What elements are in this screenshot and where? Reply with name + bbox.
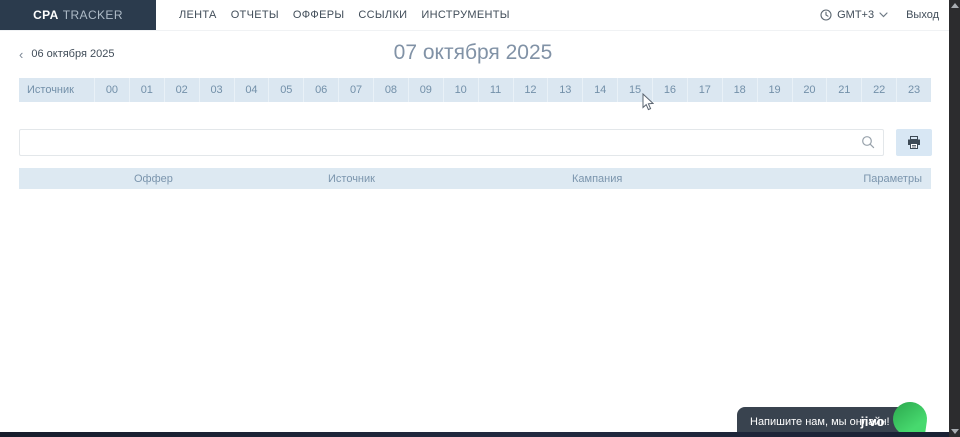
- table-header-row: Оффер Источник Кампания Параметры: [19, 168, 931, 189]
- search-wrap: [19, 129, 884, 156]
- hour-cell-04[interactable]: 04: [235, 78, 270, 102]
- hour-cell-02[interactable]: 02: [165, 78, 200, 102]
- menu-item-offery[interactable]: ОФФЕРЫ: [286, 9, 352, 21]
- hour-cell-00[interactable]: 00: [95, 78, 130, 102]
- hour-cell-08[interactable]: 08: [374, 78, 409, 102]
- brand-logo[interactable]: CPA TRACKER: [0, 0, 156, 30]
- table-header-params: Параметры: [833, 173, 931, 185]
- brand-bold-text: CPA: [33, 8, 59, 22]
- hour-cell-18[interactable]: 18: [723, 78, 758, 102]
- bottom-edge-strip: [0, 432, 960, 437]
- menu-item-lenta[interactable]: ЛЕНТА: [172, 9, 224, 21]
- scrollbar-up-icon[interactable]: [951, 3, 959, 8]
- hour-cell-11[interactable]: 11: [479, 78, 514, 102]
- printer-icon: [907, 136, 921, 149]
- main-menu: ЛЕНТА ОТЧЕТЫ ОФФЕРЫ ССЫЛКИ ИНСТРУМЕНТЫ: [172, 0, 517, 30]
- search-input[interactable]: [19, 129, 884, 156]
- logout-button[interactable]: Выход: [906, 9, 939, 21]
- chevron-down-icon: [879, 12, 888, 18]
- hour-cell-12[interactable]: 12: [514, 78, 549, 102]
- hour-cell-16[interactable]: 16: [653, 78, 688, 102]
- table-header-source: Источник: [328, 173, 572, 185]
- chevron-left-icon: ‹: [19, 49, 23, 60]
- scrollbar-down-icon[interactable]: [951, 429, 959, 434]
- table-header-campaign: Кампания: [572, 173, 833, 185]
- hour-cell-09[interactable]: 09: [409, 78, 444, 102]
- brand-light-text: TRACKER: [63, 8, 123, 22]
- hour-cell-19[interactable]: 19: [758, 78, 793, 102]
- hour-cell-03[interactable]: 03: [200, 78, 235, 102]
- hour-cell-22[interactable]: 22: [862, 78, 897, 102]
- hour-cell-17[interactable]: 17: [688, 78, 723, 102]
- print-button[interactable]: [896, 129, 932, 156]
- menu-item-instrumenty[interactable]: ИНСТРУМЕНТЫ: [414, 9, 516, 21]
- hour-cell-06[interactable]: 06: [304, 78, 339, 102]
- hour-cell-05[interactable]: 05: [269, 78, 304, 102]
- hour-cell-15[interactable]: 15: [618, 78, 653, 102]
- hours-source-label: Источник: [19, 78, 95, 102]
- clock-icon: [820, 9, 832, 21]
- menu-item-ssylki[interactable]: ССЫЛКИ: [351, 9, 414, 21]
- hour-cell-21[interactable]: 21: [827, 78, 862, 102]
- hour-cell-10[interactable]: 10: [444, 78, 479, 102]
- navbar-right: GMT+3 Выход: [820, 0, 960, 30]
- hours-bar: Источник 00 01 02 03 04 05 06 07 08 09 1…: [19, 78, 931, 102]
- hour-cell-23[interactable]: 23: [897, 78, 931, 102]
- top-navbar: CPA TRACKER ЛЕНТА ОТЧЕТЫ ОФФЕРЫ ССЫЛКИ И…: [0, 0, 960, 31]
- hour-cell-07[interactable]: 07: [339, 78, 374, 102]
- table-header-offer: Оффер: [134, 173, 328, 185]
- timezone-label: GMT+3: [837, 9, 874, 21]
- hour-cell-14[interactable]: 14: [583, 78, 618, 102]
- prev-day-label: 06 октября 2025: [31, 48, 114, 60]
- prev-day-link[interactable]: ‹ 06 октября 2025: [19, 48, 114, 60]
- hour-cell-01[interactable]: 01: [130, 78, 165, 102]
- vertical-scrollbar[interactable]: [949, 0, 960, 437]
- menu-item-otchety[interactable]: ОТЧЕТЫ: [224, 9, 286, 21]
- hour-cell-20[interactable]: 20: [793, 78, 828, 102]
- hour-cell-13[interactable]: 13: [548, 78, 583, 102]
- jivo-logo: jivo: [861, 414, 885, 429]
- timezone-selector[interactable]: GMT+3: [820, 9, 888, 21]
- page-title: 07 октября 2025: [0, 41, 946, 65]
